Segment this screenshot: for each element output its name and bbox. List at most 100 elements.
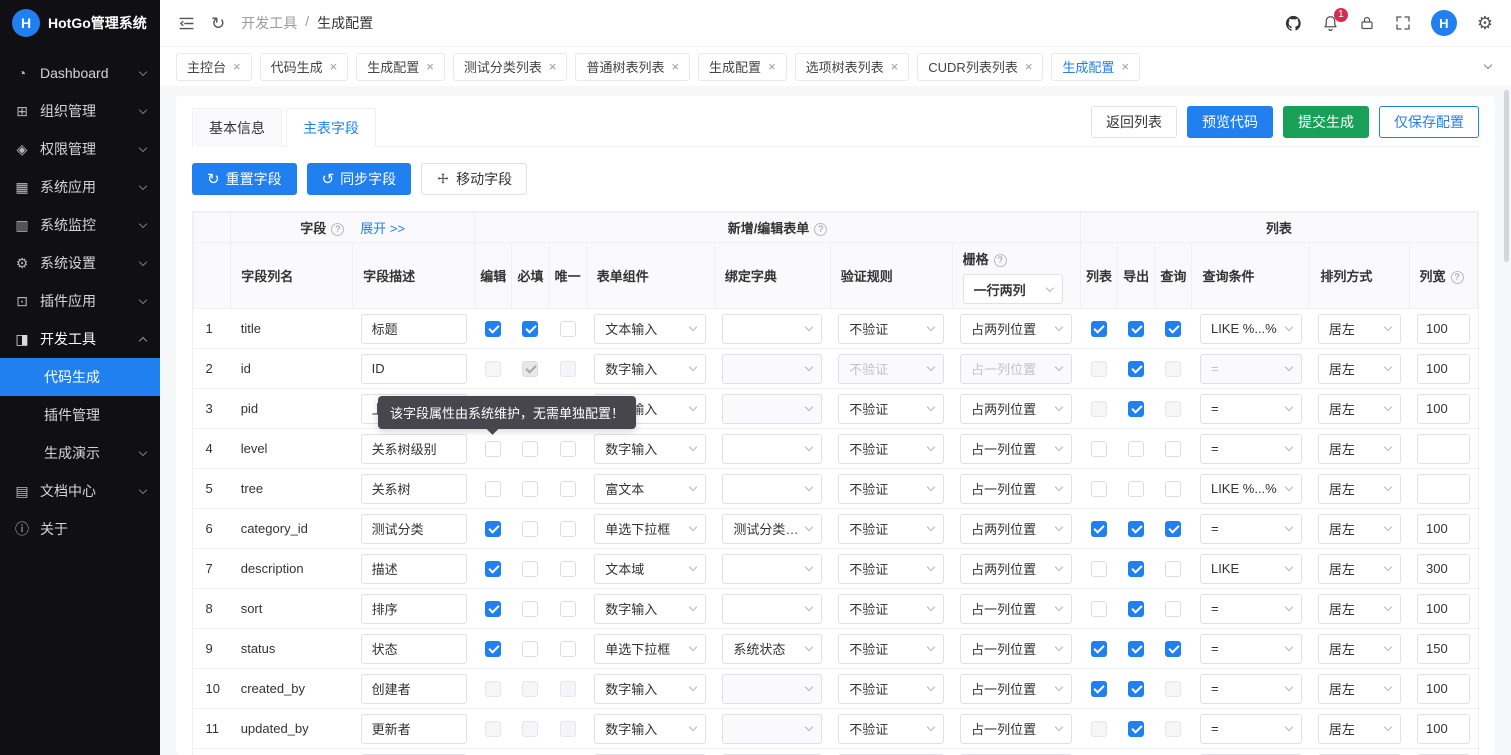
edit-checkbox[interactable]: [485, 681, 501, 697]
component-select[interactable]: 数字输入: [594, 594, 706, 624]
list-checkbox[interactable]: [1091, 721, 1107, 737]
required-checkbox[interactable]: [522, 601, 538, 617]
page-tab[interactable]: 选项树表列表×: [795, 53, 910, 81]
required-checkbox[interactable]: [522, 481, 538, 497]
list-checkbox[interactable]: [1091, 601, 1107, 617]
tab-options-button[interactable]: [1481, 65, 1495, 68]
close-icon[interactable]: ×: [1121, 60, 1129, 73]
grid-position-select[interactable]: 占两列位置: [960, 514, 1072, 544]
grid-position-select[interactable]: 占一列位置: [960, 674, 1072, 704]
column-width-input[interactable]: 100: [1417, 394, 1469, 424]
component-select[interactable]: 数字输入: [594, 434, 706, 464]
dict-select[interactable]: [722, 474, 822, 504]
unique-checkbox[interactable]: [560, 721, 576, 737]
close-icon[interactable]: ×: [768, 60, 776, 73]
query-checkbox[interactable]: [1165, 521, 1181, 537]
grid-position-select[interactable]: 占一列位置: [960, 354, 1072, 384]
edit-checkbox[interactable]: [485, 521, 501, 537]
sidebar-item-about[interactable]: ⓘ关于: [0, 510, 160, 548]
column-width-input[interactable]: 150: [1417, 634, 1469, 664]
align-select[interactable]: 居左: [1318, 594, 1401, 624]
grid-position-select[interactable]: 占一列位置: [960, 474, 1072, 504]
dict-select[interactable]: [722, 674, 822, 704]
sidebar-item-app[interactable]: ▦系统应用: [0, 168, 160, 206]
field-desc-input[interactable]: 更新者: [361, 714, 467, 744]
sync-fields-button[interactable]: ↺ 同步字段: [307, 163, 412, 195]
field-desc-input[interactable]: 关系树: [361, 474, 467, 504]
sidebar-item-gen-demo[interactable]: 生成演示: [0, 434, 160, 472]
export-checkbox[interactable]: [1128, 521, 1144, 537]
query-condition-select[interactable]: LIKE %...%: [1200, 474, 1302, 504]
required-checkbox[interactable]: [522, 641, 538, 657]
unique-checkbox[interactable]: [560, 601, 576, 617]
list-checkbox[interactable]: [1091, 681, 1107, 697]
field-desc-input[interactable]: 创建者: [361, 674, 467, 704]
align-select[interactable]: 居左: [1318, 394, 1401, 424]
column-width-input[interactable]: 100: [1417, 714, 1469, 744]
close-icon[interactable]: ×: [426, 60, 434, 73]
field-desc-input[interactable]: 关系树级别: [361, 434, 467, 464]
dict-select[interactable]: [722, 714, 822, 744]
align-select[interactable]: 居左: [1318, 434, 1401, 464]
column-width-input[interactable]: [1417, 434, 1469, 464]
query-checkbox[interactable]: [1165, 481, 1181, 497]
sidebar-item-docs[interactable]: ▤文档中心: [0, 472, 160, 510]
field-desc-input[interactable]: 标题: [361, 314, 467, 344]
query-checkbox[interactable]: [1165, 441, 1181, 457]
required-checkbox[interactable]: [522, 441, 538, 457]
save-config-only-button[interactable]: 仅保存配置: [1379, 106, 1479, 138]
dict-select[interactable]: [722, 434, 822, 464]
page-tab[interactable]: 主控台×: [176, 53, 252, 81]
list-checkbox[interactable]: [1091, 521, 1107, 537]
align-select[interactable]: 居左: [1318, 554, 1401, 584]
grid-position-select[interactable]: 占一列位置: [960, 634, 1072, 664]
export-checkbox[interactable]: [1128, 321, 1144, 337]
query-condition-select[interactable]: =: [1200, 674, 1302, 704]
column-width-input[interactable]: 300: [1417, 554, 1469, 584]
close-icon[interactable]: ×: [233, 60, 241, 73]
column-width-input[interactable]: 100: [1417, 674, 1469, 704]
query-checkbox[interactable]: [1165, 321, 1181, 337]
submit-generate-button[interactable]: 提交生成: [1283, 106, 1369, 138]
validation-rule-select[interactable]: 不验证: [838, 674, 944, 704]
edit-checkbox[interactable]: [485, 441, 501, 457]
export-checkbox[interactable]: [1128, 641, 1144, 657]
validation-rule-select[interactable]: 不验证: [838, 354, 944, 384]
align-select[interactable]: 居左: [1318, 674, 1401, 704]
preview-code-button[interactable]: 预览代码: [1187, 106, 1273, 138]
export-checkbox[interactable]: [1128, 601, 1144, 617]
gear-icon[interactable]: ⚙: [1477, 14, 1493, 32]
export-checkbox[interactable]: [1128, 441, 1144, 457]
notification-bell[interactable]: 1: [1322, 15, 1339, 32]
page-tab[interactable]: 生成配置×: [1051, 53, 1140, 81]
export-checkbox[interactable]: [1128, 401, 1144, 417]
collapse-sidebar-icon[interactable]: [178, 15, 195, 32]
required-checkbox[interactable]: [522, 321, 538, 337]
field-desc-input[interactable]: 描述: [361, 554, 467, 584]
dict-select[interactable]: [722, 394, 822, 424]
column-width-input[interactable]: [1417, 474, 1469, 504]
dict-select[interactable]: [722, 554, 822, 584]
close-icon[interactable]: ×: [330, 60, 338, 73]
query-condition-select[interactable]: =: [1200, 714, 1302, 744]
page-tab[interactable]: CUDR列表列表×: [917, 53, 1043, 81]
component-select[interactable]: 单选下拉框: [594, 514, 706, 544]
lock-screen-icon[interactable]: [1359, 15, 1375, 31]
list-checkbox[interactable]: [1091, 321, 1107, 337]
required-checkbox[interactable]: [522, 361, 538, 377]
close-icon[interactable]: ×: [891, 60, 899, 73]
unique-checkbox[interactable]: [560, 561, 576, 577]
align-select[interactable]: 居左: [1318, 514, 1401, 544]
unique-checkbox[interactable]: [560, 481, 576, 497]
column-width-input[interactable]: 100: [1417, 594, 1469, 624]
dict-select[interactable]: 测试分类选项: [722, 514, 822, 544]
required-checkbox[interactable]: [522, 561, 538, 577]
edit-checkbox[interactable]: [485, 321, 501, 337]
required-checkbox[interactable]: [522, 721, 538, 737]
list-checkbox[interactable]: [1091, 441, 1107, 457]
reset-fields-button[interactable]: ↻ 重置字段: [192, 163, 297, 195]
edit-checkbox[interactable]: [485, 641, 501, 657]
sidebar-item-permission[interactable]: ◈权限管理: [0, 130, 160, 168]
query-checkbox[interactable]: [1165, 561, 1181, 577]
field-desc-input[interactable]: 排序: [361, 594, 467, 624]
